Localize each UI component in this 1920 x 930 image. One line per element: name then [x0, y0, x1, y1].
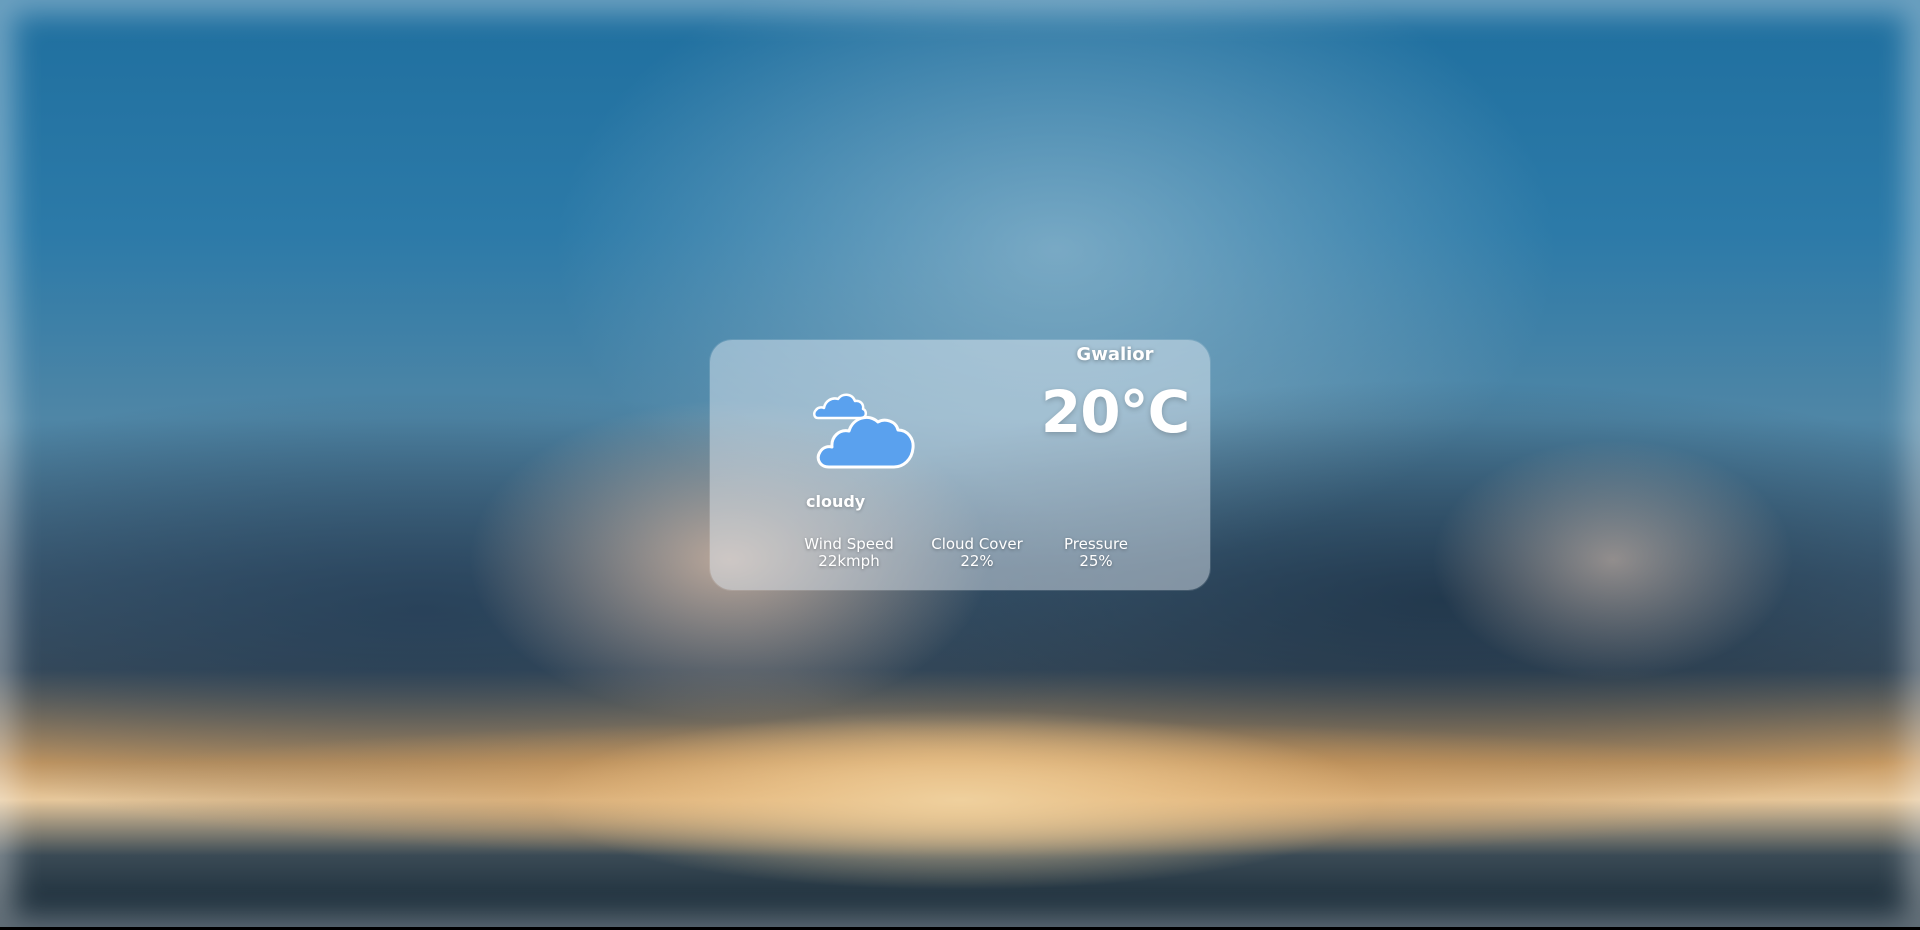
background-scene: cloudy Gwalior 20°C Wind Speed 22kmph Cl…	[0, 0, 1920, 930]
cloud-cover-value: 22%	[960, 552, 994, 570]
wind-speed-value: 22kmph	[818, 552, 880, 570]
weather-card: cloudy Gwalior 20°C Wind Speed 22kmph Cl…	[710, 340, 1210, 590]
weather-condition: cloudy	[806, 492, 866, 511]
cloud-cover-label: Cloud Cover	[931, 535, 1023, 553]
cloudy-icon	[813, 393, 915, 469]
wind-speed-stat: Wind Speed 22kmph	[790, 536, 908, 570]
wind-speed-label: Wind Speed	[804, 535, 894, 553]
temperature-value: 20°C	[1040, 378, 1190, 446]
pressure-label: Pressure	[1063, 535, 1129, 553]
cloud-cover-stat: Cloud Cover 22%	[916, 536, 1038, 570]
city-name: Gwalior	[1076, 344, 1154, 365]
pressure-stat: Pressure 25%	[1046, 536, 1146, 570]
pressure-value: 25%	[1079, 552, 1113, 570]
